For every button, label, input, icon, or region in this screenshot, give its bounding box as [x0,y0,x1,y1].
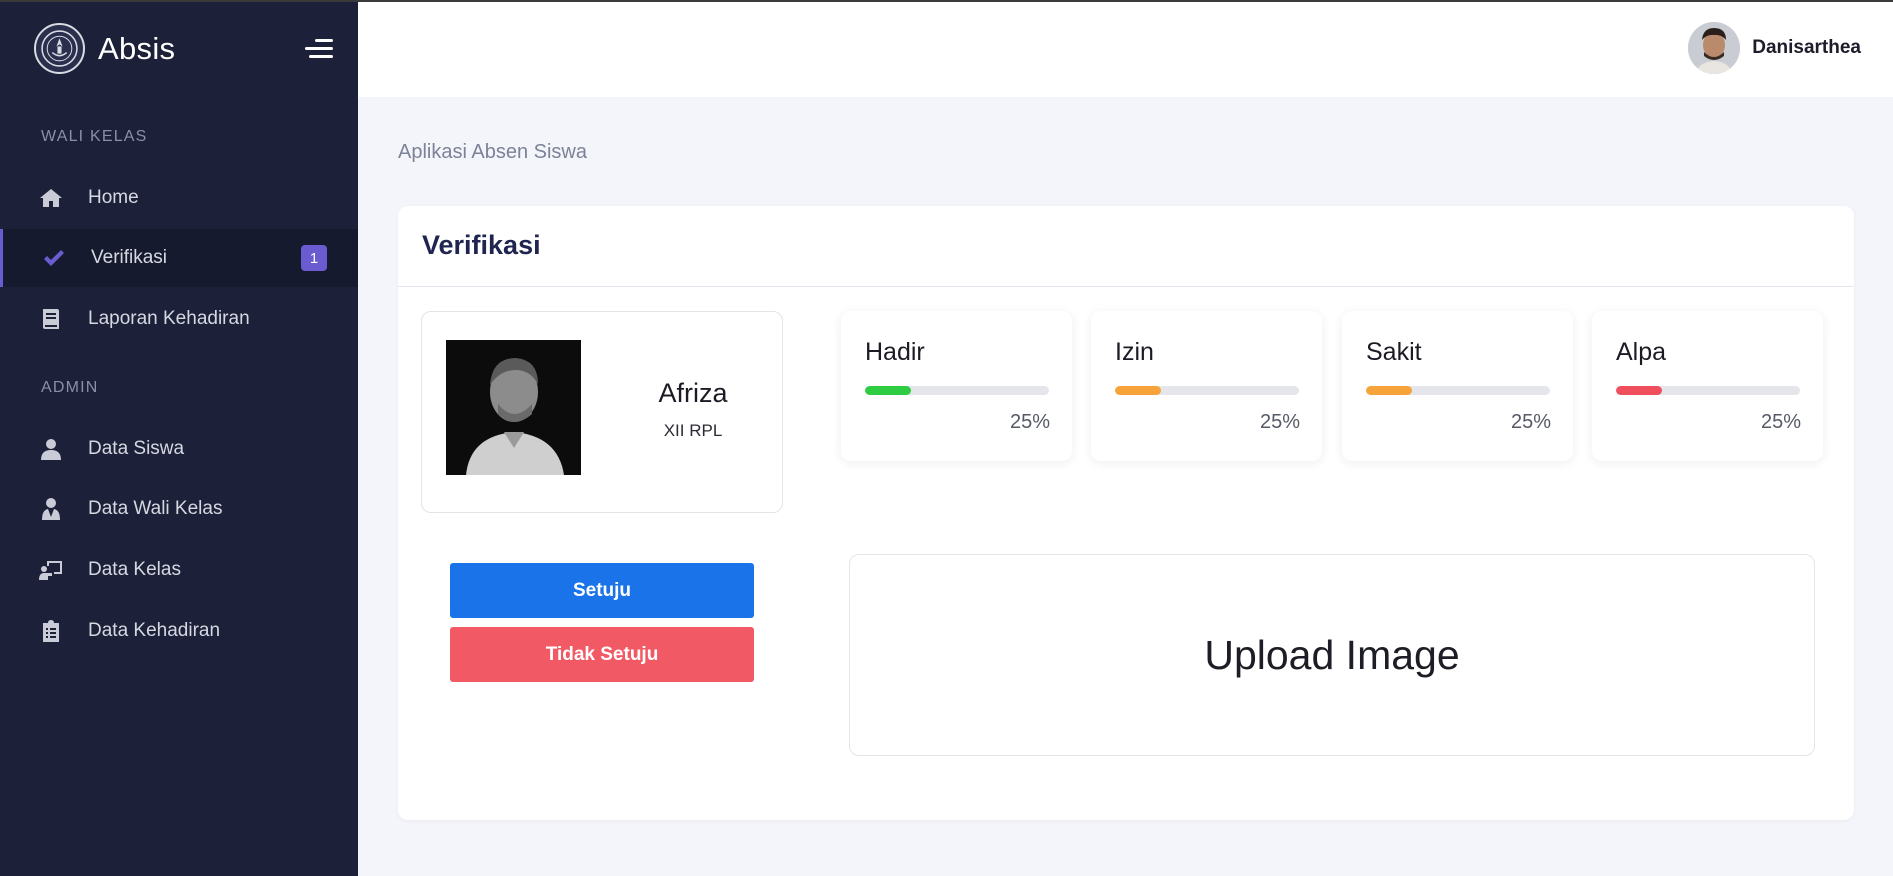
stat-card-alpa: Alpa 25% [1592,311,1823,461]
stat-label: Alpa [1616,338,1667,366]
sidebar-item-data-wali-kelas[interactable]: Data Wali Kelas [0,480,358,538]
progress-bar [1616,386,1800,395]
sidebar: Absis WALI KELAS Home Verifikasi 1 Lapor… [0,0,358,876]
student-profile-card: Afriza XII RPL [421,311,783,513]
stat-card-hadir: Hadir 25% [841,311,1072,461]
clipboard-list-icon [38,618,64,644]
menu-toggle-icon[interactable] [303,37,333,61]
divider [398,286,1854,287]
progress-fill [1115,386,1161,395]
progress-fill [865,386,911,395]
sidebar-item-laporan-kehadiran[interactable]: Laporan Kehadiran [0,290,358,348]
upload-image-area[interactable]: Upload Image [849,554,1815,756]
student-name: Afriza [658,378,728,408]
sidebar-item-data-kelas[interactable]: Data Kelas [0,541,358,599]
stat-label: Sakit [1366,338,1422,366]
sidebar-item-label: Data Wali Kelas [88,498,223,519]
stat-card-sakit: Sakit 25% [1342,311,1573,461]
stat-value: 25% [1259,411,1300,433]
progress-bar [865,386,1049,395]
sidebar-item-label: Home [88,187,139,208]
progress-bar [1366,386,1550,395]
user-icon [38,436,64,462]
page-title: Verifikasi [422,230,541,260]
book-icon [38,306,64,332]
sidebar-item-data-kehadiran[interactable]: Data Kehadiran [0,602,358,660]
student-class: XII RPL [663,421,723,440]
reject-button[interactable]: Tidak Setuju [450,627,754,682]
stat-value: 25% [1009,411,1050,433]
progress-fill [1616,386,1662,395]
verification-card: Verifikasi Afriza XII RPL Hadir 25% Izin… [398,206,1854,820]
stat-value: 25% [1510,411,1551,433]
user-name: Danisarthea [1752,37,1861,58]
sidebar-item-label: Verifikasi [91,247,168,268]
section-label-wali-kelas: WALI KELAS [41,128,148,145]
approve-button[interactable]: Setuju [450,563,754,618]
stat-card-izin: Izin 25% [1091,311,1322,461]
sidebar-item-home[interactable]: Home [0,169,358,227]
stat-label: Hadir [865,338,925,366]
brand[interactable]: Absis [34,23,175,74]
sidebar-item-label: Data Siswa [88,438,185,459]
progress-bar [1115,386,1299,395]
sidebar-item-label: Data Kelas [88,559,181,580]
sidebar-item-verifikasi[interactable]: Verifikasi 1 [0,229,358,287]
notification-badge: 1 [301,245,327,271]
section-label-admin: ADMIN [41,379,99,396]
stat-value: 25% [1760,411,1801,433]
breadcrumb: Aplikasi Absen Siswa [398,141,587,163]
chalkboard-teacher-icon [38,557,64,583]
student-photo [446,340,581,475]
home-icon [38,185,64,211]
school-logo-icon [34,23,85,74]
sidebar-item-label: Data Kehadiran [88,620,221,641]
user-menu[interactable]: Danisarthea [1688,22,1861,74]
user-tie-icon [38,496,64,522]
top-header: Danisarthea [358,0,1893,97]
sidebar-item-data-siswa[interactable]: Data Siswa [0,420,358,478]
upload-image-label: Upload Image [1204,631,1460,678]
avatar [1688,22,1741,74]
check-icon [41,245,67,271]
app-name: Absis [98,30,176,66]
stat-label: Izin [1115,338,1154,366]
progress-fill [1366,386,1412,395]
sidebar-item-label: Laporan Kehadiran [88,308,250,329]
